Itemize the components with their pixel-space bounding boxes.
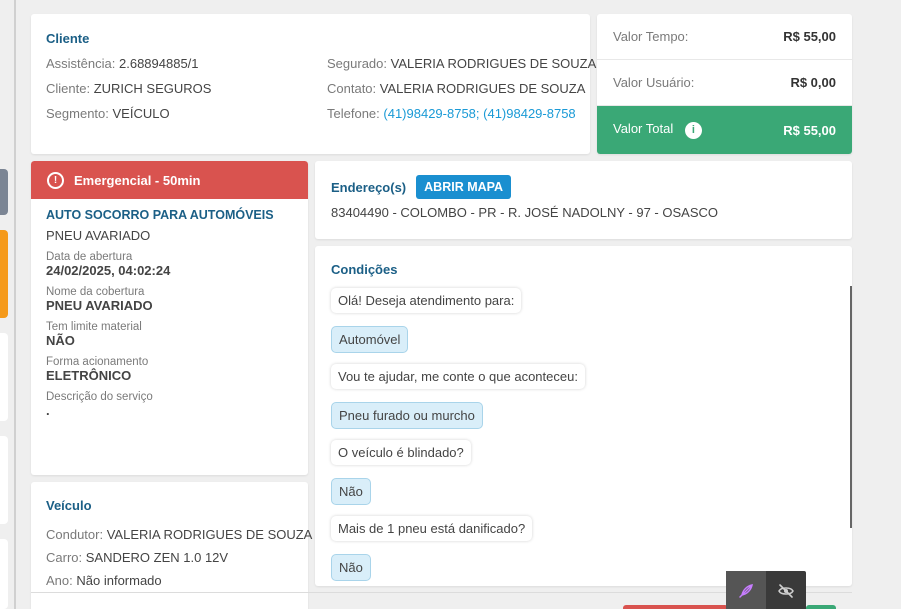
- segmento-label: Segmento:: [46, 106, 109, 121]
- rail-tab-white-1[interactable]: [0, 333, 8, 421]
- segmento-value: VEÍCULO: [112, 106, 170, 121]
- cliente-title: Cliente: [46, 31, 90, 46]
- rail-tab-white-3[interactable]: [0, 539, 8, 609]
- valor-total-value: R$ 55,00: [783, 122, 836, 138]
- segurado-label: Segurado:: [327, 56, 387, 71]
- servico-field-value: 24/02/2025, 04:02:24: [46, 263, 171, 278]
- cliente-label: Cliente:: [46, 81, 91, 96]
- feather-tool-button[interactable]: [726, 571, 766, 609]
- carro-value: SANDERO ZEN 1.0 12V: [85, 550, 229, 565]
- servico-field-label: Nome da cobertura: [46, 286, 145, 298]
- condicoes-title: Condições: [331, 262, 398, 277]
- rail-tab-gray[interactable]: [0, 169, 8, 215]
- valor-tempo-row: Valor Tempo: R$ 55,00: [597, 14, 852, 60]
- veiculo-title: Veículo: [46, 498, 92, 513]
- endereco-title: Endereço(s): [331, 179, 407, 195]
- telefone-link[interactable]: (41)98429-8758; (41)98429-8758: [383, 106, 575, 121]
- cliente-row: Cliente: ZURICH SEGUROS: [46, 81, 211, 96]
- ano-row: Ano: Não informado: [46, 573, 293, 588]
- valor-usuario-row: Valor Usuário: R$ 0,00: [597, 60, 852, 106]
- rail-tab-orange[interactable]: [0, 230, 8, 318]
- ano-value: Não informado: [76, 573, 162, 588]
- contato-value: VALERIA RODRIGUES DE SOUZA: [379, 81, 586, 96]
- segurado-value: VALERIA RODRIGUES DE SOUZA: [390, 56, 597, 71]
- valor-usuario-value: R$ 0,00: [790, 75, 836, 90]
- rail-tab-white-2[interactable]: [0, 436, 8, 524]
- assistencia-value: 2.68894885/1: [119, 56, 199, 71]
- servico-fields: Data de abertura 24/02/2025, 04:02:24 Nome…: [46, 251, 293, 418]
- endereco-line: 83404490 - COLOMBO - PR - R. JOSÉ NADOLN…: [331, 205, 718, 220]
- servico-field-value: PNEU AVARIADO: [46, 298, 153, 313]
- endereco-card: Endereço(s) ABRIR MAPA 83404490 - COLOMB…: [315, 161, 852, 239]
- segmento-row: Segmento: VEÍCULO: [46, 106, 170, 121]
- emergency-badge-label: Emergencial - 50min: [74, 172, 201, 188]
- servico-field-value: .: [46, 403, 50, 418]
- carro-label: Carro:: [46, 550, 83, 565]
- valor-total-label-wrap: Valor Total i: [613, 121, 702, 139]
- bottom-red-button[interactable]: [623, 605, 728, 609]
- servico-field-value: ELETRÔNICO: [46, 368, 132, 383]
- veiculo-card: Veículo Condutor: VALERIA RODRIGUES DE S…: [31, 482, 312, 609]
- servico-field-label: Tem limite material: [46, 321, 142, 333]
- question-bubble: Vou te ajudar, me conte o que aconteceu:: [331, 364, 585, 389]
- valores-card: Valor Tempo: R$ 55,00 Valor Usuário: R$ …: [597, 14, 852, 154]
- eye-off-icon: [778, 584, 794, 598]
- valor-tempo-value: R$ 55,00: [783, 29, 836, 44]
- contato-row: Contato: VALERIA RODRIGUES DE SOUZA: [327, 81, 585, 96]
- condutor-label: Condutor:: [46, 527, 104, 542]
- servico-problema: PNEU AVARIADO: [46, 228, 151, 243]
- ano-label: Ano:: [46, 573, 73, 588]
- condicoes-scrollbar[interactable]: [850, 286, 852, 528]
- servico-name: AUTO SOCORRO PARA AUTOMÓVEIS: [46, 208, 274, 222]
- feather-icon: [739, 584, 753, 598]
- answer-bubble: Pneu furado ou murcho: [331, 402, 483, 429]
- condicoes-card: Condições Olá! Deseja atendimento para: A…: [315, 246, 852, 586]
- answer-bubble: Automóvel: [331, 326, 409, 353]
- servico-body: AUTO SOCORRO PARA AUTOMÓVEIS PNEU AVARIA…: [31, 199, 308, 427]
- cliente-card: Cliente Assistência: 2.68894885/1 Client…: [31, 14, 596, 154]
- open-map-button[interactable]: ABRIR MAPA: [416, 175, 512, 199]
- servico-field-label: Descrição do serviço: [46, 391, 153, 403]
- bottom-green-button[interactable]: [806, 605, 836, 609]
- valor-usuario-label: Valor Usuário:: [613, 75, 695, 90]
- answer-bubble: Não: [331, 478, 371, 505]
- condutor-row: Condutor: VALERIA RODRIGUES DE SOUZA: [46, 527, 312, 542]
- segurado-row: Segurado: VALERIA RODRIGUES DE SOUZA: [327, 56, 596, 71]
- valor-total-label: Valor Total: [613, 121, 674, 137]
- question-bubble: Olá! Deseja atendimento para:: [331, 288, 522, 313]
- cliente-value: ZURICH SEGUROS: [93, 81, 212, 96]
- question-bubble: O veículo é blindado?: [331, 440, 471, 465]
- valor-total-row: Valor Total i R$ 55,00: [597, 106, 852, 154]
- assistencia-row: Assistência: 2.68894885/1: [46, 56, 199, 71]
- servico-field-label: Data de abertura: [46, 251, 133, 263]
- emergency-badge: ! Emergencial - 50min: [31, 161, 308, 199]
- assistencia-label: Assistência:: [46, 56, 116, 71]
- floating-toolbar: [726, 571, 806, 609]
- servico-card: ! Emergencial - 50min AUTO SOCORRO PARA …: [31, 161, 308, 475]
- servico-field-label: Forma acionamento: [46, 356, 149, 368]
- warning-icon: !: [47, 171, 64, 189]
- endereco-header: Endereço(s) ABRIR MAPA: [331, 175, 836, 199]
- answer-bubble: Não: [331, 554, 371, 581]
- servico-field-value: NÃO: [46, 333, 75, 348]
- hide-tool-button[interactable]: [766, 571, 806, 609]
- valor-tempo-label: Valor Tempo:: [613, 29, 689, 44]
- telefone-row: Telefone: (41)98429-8758; (41)98429-8758: [327, 106, 576, 121]
- condutor-value: VALERIA RODRIGUES DE SOUZA: [106, 527, 313, 542]
- telefone-label: Telefone:: [327, 106, 380, 121]
- contato-label: Contato:: [327, 81, 377, 96]
- info-icon[interactable]: i: [684, 121, 702, 139]
- question-bubble: Mais de 1 pneu está danificado?: [331, 516, 533, 541]
- left-rail: [0, 0, 16, 609]
- carro-row: Carro: SANDERO ZEN 1.0 12V: [46, 550, 293, 565]
